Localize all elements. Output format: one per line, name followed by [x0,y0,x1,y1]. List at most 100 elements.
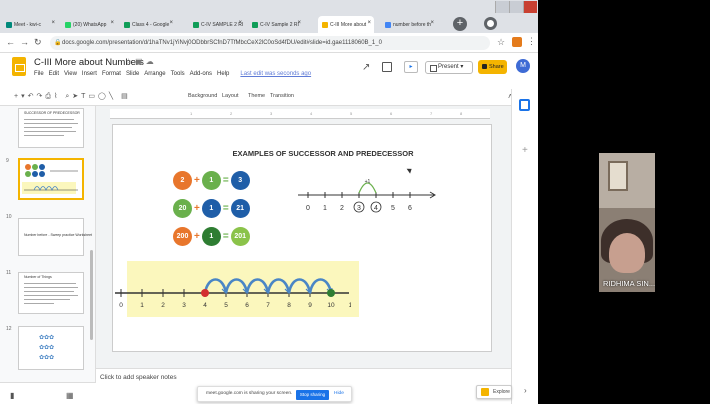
reload-icon[interactable]: ↻ [34,37,42,48]
share-button[interactable]: Share [478,60,507,74]
current-slide[interactable]: EXAMPLES OF SUCCESSOR AND PREDECESSOR 2 +… [112,124,492,352]
menu-format[interactable]: Format [102,71,121,77]
menu-addons[interactable]: Add-ons [190,71,212,77]
back-icon[interactable]: ← [6,37,15,47]
tab-close-icon[interactable]: × [110,20,114,26]
chevron-right-icon[interactable]: › [524,386,527,395]
tab-close-icon[interactable]: × [51,20,55,26]
background-button[interactable]: Background [188,93,217,99]
slide-thumbnail-8[interactable]: SUCCESSOR OF PREDECESSOR [18,108,84,148]
menu-slide[interactable]: Slide [126,71,139,77]
present-button[interactable]: Present ▾ [425,61,473,74]
comment-history-icon[interactable] [382,62,392,72]
filmstrip-scrollbar[interactable] [90,250,93,340]
start-dot [201,289,209,297]
add-addon-icon[interactable]: + [522,145,528,156]
number-circle: 1 [201,199,221,218]
speaker-notes-placeholder: Click to add speaker notes [100,374,177,381]
paint-format-icon[interactable]: ⌇ [54,93,60,100]
menu-insert[interactable]: Insert [82,71,97,77]
address-bar: ← → ↻ 🔒 docs.google.com/presentation/d/1… [0,33,538,53]
tick-label: 10 [327,302,335,309]
slide-thumbnail-9[interactable] [18,158,84,200]
keep-icon[interactable] [519,99,530,111]
tick-label: 8 [287,302,291,309]
tab-close-icon[interactable]: × [297,20,301,26]
explore-button[interactable]: Explore [476,385,512,399]
grid-view-icon[interactable]: ▦ [66,391,74,400]
tab-label: number before th [393,21,432,28]
number-circle: 1 [201,227,221,246]
jump-label: +1 [365,179,371,185]
window-close-button[interactable] [523,1,537,13]
extension-icon[interactable] [512,37,522,47]
filmstrip-view-icon[interactable]: ▮ [10,391,14,400]
plus-sign: + [194,175,200,186]
maximize-button[interactable] [509,1,523,13]
thumb-heading: Number before - Sweep practice Worksheet [24,233,93,237]
browser-tab[interactable]: C-III More about × [318,16,374,33]
tick-label: 5 [224,302,228,309]
tab-close-icon[interactable]: × [169,20,173,26]
browser-tab[interactable]: Meet - kwi-c × [2,16,58,33]
tick-label: 6 [245,302,249,309]
slide-thumbnail-12[interactable]: ✿✿✿ ✿✿✿ ✿✿✿ [18,326,84,370]
thumb-heading: SUCCESSOR OF PREDECESSOR [24,111,80,115]
url-input[interactable]: 🔒 docs.google.com/presentation/d/1haTNv1… [50,36,490,50]
plus-sign: + [194,203,200,214]
menu-arrange[interactable]: Arrange [144,71,165,77]
menu-help[interactable]: Help [217,71,229,77]
layout-button[interactable]: Layout [222,93,239,99]
participant-video-tile[interactable]: RIDHIMA SIN... [599,153,655,292]
meet-present-icon[interactable]: ▸ [404,61,418,73]
account-avatar[interactable]: M [516,59,530,73]
shape-icon[interactable]: ◯ [98,93,109,100]
select-tool-icon[interactable]: ➤ [72,93,81,100]
stop-sharing-button[interactable]: Stop sharing [296,390,329,400]
browser-tab[interactable]: C-IV Sample 2 RI × [248,16,304,33]
activity-dashboard-icon[interactable]: ↗ [362,62,370,73]
comment-add-icon[interactable]: ▤ [121,93,131,100]
profile-icon[interactable] [484,17,497,30]
browser-tab[interactable]: Class 4 - Google × [120,16,176,33]
docs-header: C-III More about Numbers ☆▣☁ File Edit V… [0,53,538,89]
new-tab-button[interactable]: + [453,17,467,31]
equation-row: 200 +1 = 201 [173,227,250,246]
tab-close-icon[interactable]: × [430,20,434,26]
tick-label: 1 [323,205,327,212]
tab-close-icon[interactable]: × [367,20,371,26]
slide-title[interactable]: EXAMPLES OF SUCCESSOR AND PREDECESSOR [173,149,473,158]
equals-sign: = [222,175,229,186]
image-icon[interactable]: ▭ [88,93,98,100]
browser-tab[interactable]: number before th × [381,16,437,33]
menu-file[interactable]: File [34,71,44,77]
menu-edit[interactable]: Edit [49,71,59,77]
tab-favicon-icon [193,21,199,28]
browser-tab[interactable]: (20) WhatsApp × [61,16,117,33]
minimize-button[interactable] [495,1,509,13]
bookmark-star-icon[interactable]: ☆ [497,37,505,48]
transition-button[interactable]: Transition [270,93,294,99]
slide-number: 11 [6,270,12,276]
slides-logo-icon[interactable] [12,57,26,76]
browser-tab[interactable]: C-IV SAMPLE 2 RI × [189,16,245,33]
slide-thumbnail-10[interactable]: Number before - Sweep practice Worksheet [18,218,92,256]
browser-menu-icon[interactable]: ⋮ [527,36,536,47]
line-icon[interactable]: ╲ [109,93,116,100]
print-icon[interactable]: ⎙ [45,93,54,100]
tab-close-icon[interactable]: × [238,20,242,26]
menu-view[interactable]: View [64,71,77,77]
move-folder-icon[interactable]: ▣ [135,57,146,66]
tab-favicon-icon [252,21,258,28]
slide-canvas-area: 123 456 78 EXAMPLES OF SUCCESSOR AND PRE… [96,106,511,368]
equals-sign: = [222,203,229,214]
menu-tools[interactable]: Tools [171,71,185,77]
star-icon[interactable]: ☆ [125,57,135,66]
number-circle: 3 [230,171,250,190]
thumb-heading: Number of Things [24,275,52,279]
forward-icon[interactable]: → [20,37,29,47]
last-edit-link[interactable]: Last edit was seconds ago [240,71,311,77]
theme-button[interactable]: Theme [248,93,265,99]
hide-banner-button[interactable]: Hide [334,391,344,396]
slide-thumbnail-11[interactable]: Number of Things [18,272,84,314]
